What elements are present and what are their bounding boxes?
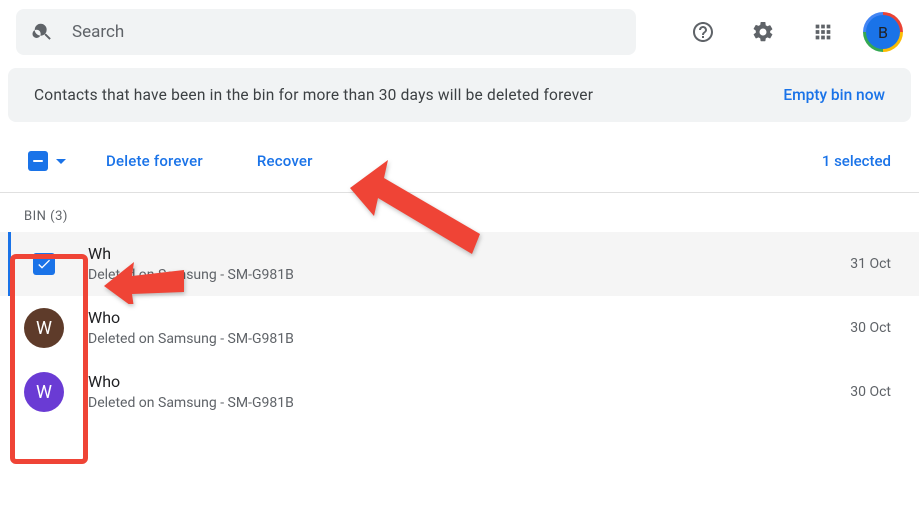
- avatar-initial: W: [24, 308, 64, 348]
- deleted-date: 30 Oct: [850, 384, 891, 400]
- contact-name: Wh: [88, 244, 826, 265]
- row-body: WhoDeleted on Samsung - SM-G981B: [88, 308, 826, 348]
- recover-button[interactable]: Recover: [243, 144, 327, 178]
- avatar-initial: W: [24, 372, 64, 412]
- action-bar: Delete forever Recover 1 selected: [0, 128, 919, 193]
- row-body: WhoDeleted on Samsung - SM-G981B: [88, 372, 826, 412]
- deleted-date: 31 Oct: [850, 256, 891, 272]
- bin-info-banner: Contacts that have been in the bin for m…: [8, 68, 911, 122]
- delete-forever-button[interactable]: Delete forever: [92, 144, 217, 178]
- profile-initial: B: [878, 23, 888, 42]
- section-label: BIN (3): [0, 193, 919, 232]
- contact-avatar[interactable]: W: [24, 372, 64, 412]
- contact-subtext: Deleted on Samsung - SM-G981B: [88, 394, 826, 412]
- contact-name: Who: [88, 372, 826, 393]
- row-body: WhDeleted on Samsung - SM-G981B: [88, 244, 826, 284]
- select-all-checkbox[interactable]: [28, 151, 66, 171]
- contact-avatar[interactable]: W: [24, 308, 64, 348]
- apps-icon[interactable]: [803, 12, 843, 52]
- search-bar[interactable]: [16, 9, 636, 55]
- contact-row[interactable]: W WhoDeleted on Samsung - SM-G981B 30 Oct: [0, 360, 919, 424]
- profile-avatar[interactable]: B: [863, 12, 903, 52]
- contact-list: WhDeleted on Samsung - SM-G981B31 OctWWh…: [0, 232, 919, 424]
- contact-subtext: Deleted on Samsung - SM-G981B: [88, 266, 826, 284]
- contact-row[interactable]: WhDeleted on Samsung - SM-G981B 31 Oct: [0, 232, 919, 296]
- indeterminate-checkbox-icon: [28, 151, 48, 171]
- chevron-down-icon: [56, 159, 66, 164]
- header-actions: B: [683, 12, 903, 52]
- deleted-date: 30 Oct: [850, 320, 891, 336]
- settings-icon[interactable]: [743, 12, 783, 52]
- help-icon[interactable]: [683, 12, 723, 52]
- empty-bin-button[interactable]: Empty bin now: [783, 86, 885, 104]
- selected-count: 1 selected: [822, 152, 891, 170]
- contact-name: Who: [88, 308, 826, 329]
- top-bar: B: [0, 0, 919, 64]
- banner-text: Contacts that have been in the bin for m…: [34, 86, 593, 104]
- search-input[interactable]: [72, 22, 620, 42]
- row-checkbox[interactable]: [24, 244, 64, 284]
- search-icon: [32, 21, 54, 43]
- contact-row[interactable]: W WhoDeleted on Samsung - SM-G981B 30 Oct: [0, 296, 919, 360]
- contact-subtext: Deleted on Samsung - SM-G981B: [88, 330, 826, 348]
